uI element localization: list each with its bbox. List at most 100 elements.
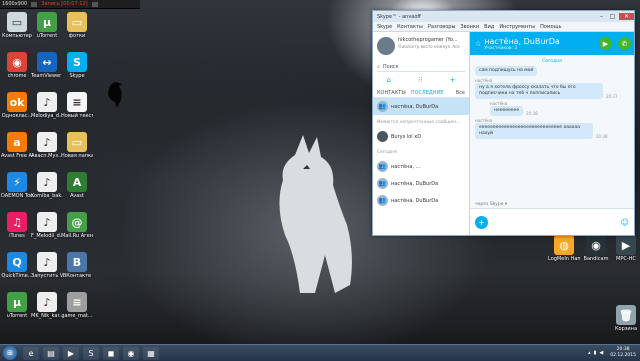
desktop-icon[interactable]: aAvast Free Antivirus — [1, 132, 33, 168]
desktop-icon-label: Bandicam — [583, 256, 609, 262]
desktop-icon[interactable]: ≡ game_mat... — [61, 292, 93, 328]
desktop-icon[interactable]: ◍LogMeIn Hamachi — [548, 235, 580, 271]
contact-tabs: КОНТАКТЫ ПОСЛЕДНИЕ Все — [373, 88, 469, 98]
desktop-icon-label: uTorrent — [36, 33, 58, 39]
desktop-icon[interactable]: ♪ MK_Nik_kar... — [31, 292, 63, 328]
desktop-icon[interactable]: ♪Запустить VKontakteDJ — [31, 252, 63, 288]
video-call-button[interactable]: ▶ — [599, 37, 612, 50]
home-icon[interactable]: ⌂ — [387, 76, 391, 84]
menu-item-help[interactable]: Помощь — [540, 24, 561, 30]
desktop-icon[interactable]: ▶ MPC-HC — [610, 235, 640, 271]
skype-titlebar[interactable]: Skype™ - anvaoff – □ ✕ — [373, 11, 634, 22]
desktop-icon-label: MPC-HC — [616, 256, 636, 262]
menu-item-calls[interactable]: Звонки — [460, 24, 479, 30]
desktop-icon[interactable]: ♫ iTunes — [1, 212, 33, 248]
profile-block[interactable]: nikcotheprogamer (Yo... Я волонтр вкото … — [373, 32, 469, 58]
taskbar-items: e ▤ ▶ S ◼ ◉ ▦ — [21, 346, 161, 360]
taskbar-app-icon[interactable]: S — [83, 346, 99, 360]
network-icon[interactable]: ▮ — [594, 350, 597, 356]
menu-item-skype[interactable]: Skype — [377, 24, 392, 30]
tab-contacts[interactable]: КОНТАКТЫ — [377, 90, 406, 96]
desktop-icon[interactable]: ⚡DAEMON Tools Lite — [1, 172, 33, 208]
contact-item[interactable]: 👥 настёна, DuBurDa — [373, 175, 469, 192]
desktop-icon[interactable]: ◉ Bandicam — [580, 235, 612, 271]
search-box[interactable]: ⌕ Поиск — [377, 62, 465, 72]
avatar[interactable] — [377, 37, 395, 55]
desktop-icon[interactable]: ≡Новый текстов... — [61, 92, 93, 128]
profile-status[interactable]: Я волонтр вкото нежнуя. Acе — [398, 44, 460, 49]
contact-item[interactable]: 👥 настёна, DuBurDa — [373, 98, 469, 115]
voice-call-button[interactable]: ✆ — [618, 37, 631, 50]
window-title: Skype™ - anvaoff — [377, 13, 421, 20]
section-today: Сегодня — [377, 150, 397, 155]
desktop-icon[interactable]: 🗑 Корзина — [610, 305, 640, 341]
taskbar-app-icon[interactable]: e — [23, 346, 39, 360]
volume-icon[interactable]: ◀ — [599, 350, 603, 356]
window-mode-icon[interactable] — [31, 1, 38, 7]
maximize-button[interactable]: □ — [608, 13, 617, 20]
desktop-icon[interactable]: ♪ Komiba_bak... — [31, 172, 63, 208]
tab-all[interactable]: Все — [456, 90, 465, 96]
taskbar-app-icon[interactable]: ▤ — [43, 346, 59, 360]
add-icon[interactable]: + — [450, 76, 456, 84]
contact-name: настёна, ... — [391, 163, 421, 170]
attach-button[interactable]: + — [475, 215, 488, 229]
favorite-star-icon[interactable]: ☆ — [475, 40, 481, 48]
tab-recent[interactable]: ПОСЛЕДНИЕ — [411, 90, 444, 96]
desktop-icon[interactable]: S Skype — [61, 52, 93, 88]
message-text: нееееееее — [490, 106, 524, 116]
start-button[interactable]: ⊞ — [3, 346, 17, 360]
via-skype-selector[interactable]: через Skype ▾ — [475, 202, 507, 207]
chat-message: сам подпишусь на мой — [475, 66, 620, 76]
close-button[interactable]: ✕ — [619, 13, 634, 20]
desktop-icon[interactable]: ♪ Melodiya_d... — [31, 92, 63, 128]
desktop-icon[interactable]: @ Mail.Ru Агент — [61, 212, 93, 248]
profile-name: nikcotheprogamer (Yo... — [398, 37, 458, 43]
desktop-icon[interactable]: ↔ TeamViewer 9 — [31, 52, 63, 88]
search-input[interactable]: Поиск — [383, 64, 399, 70]
taskbar-app-icon[interactable]: ◉ — [123, 346, 139, 360]
contact-avatar — [377, 131, 388, 142]
menu-item-conversations[interactable]: Разговоры — [428, 24, 456, 30]
taskbar-app-icon[interactable]: ◼ — [103, 346, 119, 360]
desktop-icon[interactable]: ▭ Компьютер — [1, 12, 33, 48]
taskbar-app-icon[interactable]: ▦ — [143, 346, 159, 360]
desktop-icon[interactable]: ok Одноклас... — [1, 92, 33, 128]
desktop-icon[interactable]: Q QuickTime... — [1, 252, 33, 288]
desktop-icon-label: Komiba_bak... — [31, 193, 63, 199]
participants-count[interactable]: Участников: 2 — [484, 46, 596, 51]
camera-icon[interactable] — [91, 1, 98, 7]
desktop-icon[interactable]: µ uTorrent — [1, 292, 33, 328]
emoticon-icon[interactable]: ☺ — [621, 218, 629, 227]
group-avatar-icon: 👥 — [377, 101, 388, 112]
dialpad-icon[interactable]: ⁝⁝ — [418, 76, 422, 84]
desktop-icon[interactable]: ▭ фотки — [61, 12, 93, 48]
app-icon: ♪ — [37, 132, 57, 152]
desktop-icon[interactable]: B ВКонтакте — [61, 252, 93, 288]
app-icon: µ — [7, 292, 27, 312]
chat-message: настёна нееееееее 20:38 — [490, 101, 620, 116]
taskbar-app-icon[interactable]: ▶ — [63, 346, 79, 360]
section-unread: Имеются непрочтенные сообщен... — [377, 120, 461, 125]
app-icon: ♪ — [37, 252, 57, 272]
clock[interactable]: 20:38 02.12.2015 — [610, 347, 636, 359]
desktop-icon[interactable]: ♪ F_Melodii_d... — [31, 212, 63, 248]
desktop-icon[interactable]: ▭ Новая папка — [61, 132, 93, 168]
minimize-button[interactable]: – — [597, 13, 606, 20]
desktop-icon[interactable]: A Avast — [61, 172, 93, 208]
contact-item[interactable]: 👥 настёна, ... — [373, 158, 469, 175]
tray-arrow-icon[interactable]: ▴ — [588, 350, 591, 356]
desktop-icon[interactable]: µ uTorrent — [31, 12, 63, 48]
menu-item-contacts[interactable]: Контакты — [397, 24, 423, 30]
desktop-icon[interactable]: ♪ Авасп.Муз... — [31, 132, 63, 168]
record-status: Запись [00:07:12] — [41, 1, 88, 7]
desktop-icon[interactable]: ◉ chrome — [1, 52, 33, 88]
contact-name: настёна, DuBurDa — [391, 197, 439, 204]
chat-title[interactable]: настёна, DuBurDa — [484, 37, 596, 46]
contact-item[interactable]: Burys lol xD — [373, 128, 469, 145]
contact-item[interactable]: 👥 настёна, DuBurDa — [373, 192, 469, 209]
desktop-icon-label: Avast — [70, 193, 84, 199]
menu-item-view[interactable]: Вид — [484, 24, 494, 30]
menu-item-tools[interactable]: Инструменты — [499, 24, 535, 30]
desktop-icon-label: QuickTime... — [1, 273, 33, 279]
